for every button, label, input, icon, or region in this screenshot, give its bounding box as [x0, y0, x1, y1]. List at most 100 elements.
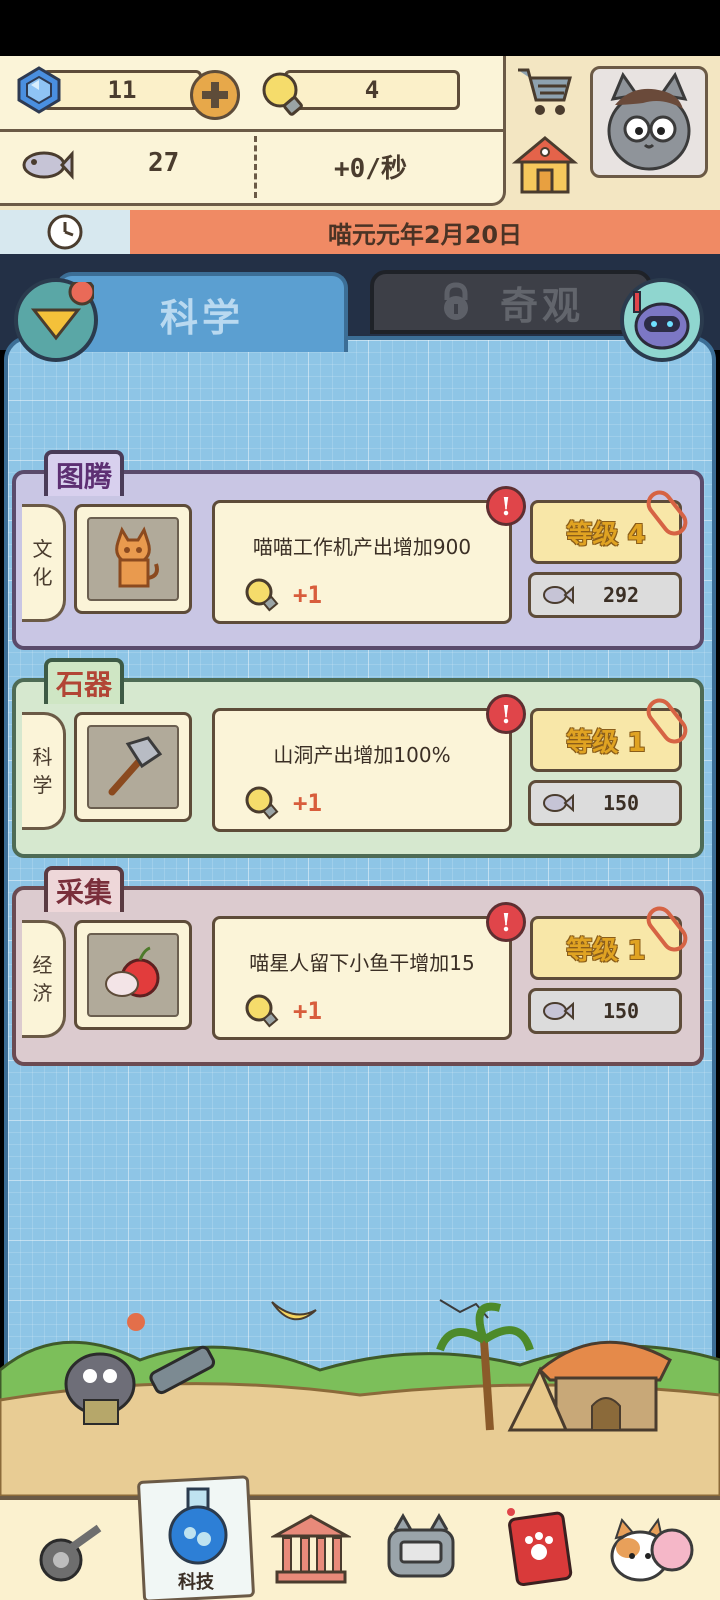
tech-icon-background — [87, 933, 179, 1017]
tab-science-label: 科学 — [159, 295, 244, 340]
stone-hammer-icon — [108, 736, 163, 796]
tech-icon-background — [87, 517, 179, 601]
robot-button[interactable] — [620, 278, 704, 362]
info-button[interactable]: ! — [486, 486, 526, 526]
gem-count: 11 — [107, 76, 137, 104]
lightbulb-icon — [245, 786, 279, 820]
info-button[interactable]: ! — [486, 694, 526, 734]
description-box: 山洞产出增加100% +1 — [212, 708, 512, 832]
temple-icon — [271, 1514, 351, 1584]
add-gems-button[interactable] — [190, 70, 240, 120]
avatar[interactable] — [590, 66, 708, 178]
clock-box — [0, 210, 130, 254]
cost-button[interactable]: 292 — [528, 572, 682, 618]
house-icon — [511, 136, 579, 194]
tab-science[interactable]: 科学 — [56, 272, 348, 352]
category-char: 学 — [32, 773, 53, 797]
tech-description: 山洞产出增加100% — [273, 743, 451, 767]
cost-button[interactable]: 150 — [528, 780, 682, 826]
plus-icon — [202, 82, 228, 108]
cart-icon — [518, 68, 572, 115]
nav-machine[interactable] — [376, 1500, 466, 1596]
nav-tech-label: 科技 — [178, 1572, 214, 1593]
clock-icon — [47, 214, 83, 250]
category-char: 济 — [32, 981, 53, 1005]
nav-workshop[interactable] — [26, 1500, 116, 1596]
description-box: 喵喵工作机产出增加900 +1 — [212, 500, 512, 624]
reward: +1 — [243, 785, 322, 821]
lock-icon — [443, 282, 468, 320]
lightbulb-icon — [245, 994, 279, 1028]
fish-icon — [22, 150, 74, 180]
shop-button[interactable] — [514, 64, 574, 120]
lightbulb-icon — [245, 578, 279, 612]
reward-amount: +1 — [293, 789, 322, 817]
gem-counter: 11 — [42, 70, 202, 110]
tech-icon-background — [87, 725, 179, 809]
divider — [254, 136, 257, 198]
idea-count: 4 — [364, 76, 380, 104]
reward: +1 — [243, 993, 322, 1029]
cost-amount: 150 — [602, 791, 640, 815]
cost-button[interactable]: 150 — [528, 988, 682, 1034]
cats-icon — [610, 1517, 694, 1582]
fish-icon — [543, 1001, 574, 1021]
fish-count: 27 — [148, 148, 180, 178]
cart-machine-icon — [39, 1524, 102, 1582]
apple-icon — [105, 946, 160, 998]
cost-amount: 150 — [602, 999, 640, 1023]
paw-book-icon — [507, 1508, 573, 1587]
machine-icon — [387, 1512, 455, 1578]
category-char: 经 — [32, 953, 53, 977]
nav-tech[interactable] — [156, 1480, 240, 1570]
cat-totem-icon — [115, 526, 159, 588]
status-bar — [0, 0, 720, 56]
tech-icon-frame — [74, 712, 192, 822]
cat-avatar-icon — [607, 71, 691, 171]
tech-card-stone-tools: 石器 科 学 山洞产出增加100% +1 ! 等级 1 150 — [12, 658, 704, 858]
home-button[interactable] — [511, 134, 579, 196]
reward: +1 — [243, 577, 322, 613]
tech-card-gathering: 采集 经 济 喵星人留下小鱼干增加15 +1 ! 等级 1 150 — [12, 866, 704, 1066]
landscape-scene — [0, 1299, 720, 1496]
card-title: 石器 — [44, 658, 125, 704]
resource-panel: 11 4 27 +0/秒 — [0, 56, 506, 206]
tab-wonders[interactable]: 奇观 — [370, 270, 652, 334]
reward-amount: +1 — [293, 581, 322, 609]
category-char: 化 — [32, 565, 53, 589]
tab-wonders-label: 奇观 — [499, 283, 584, 328]
tech-icon-frame — [74, 504, 192, 614]
production-rate: +0/秒 — [334, 154, 407, 184]
category-char: 文 — [32, 537, 53, 561]
nav-book[interactable] — [494, 1500, 584, 1596]
card-title: 采集 — [44, 866, 125, 912]
idea-counter: 4 — [284, 70, 460, 110]
info-button[interactable]: ! — [486, 902, 526, 942]
divider — [0, 129, 503, 132]
planet-icon — [127, 1313, 145, 1331]
category-label: 文 化 — [22, 504, 66, 622]
robot-icon — [633, 291, 690, 350]
tech-description: 喵喵工作机产出增加900 — [252, 535, 472, 559]
flask-icon — [168, 1487, 228, 1565]
tech-icon-frame — [74, 920, 192, 1030]
nav-buildings[interactable] — [266, 1500, 356, 1596]
filter-icon — [30, 278, 96, 341]
game-date: 喵元元年2月20日 — [327, 220, 523, 249]
card-title: 图腾 — [44, 450, 125, 496]
gem-icon — [17, 66, 61, 114]
category-char: 科 — [32, 745, 53, 769]
tech-card-totem: 图腾 文 化 喵喵工作机产出增加900 +1 ! 等级 4 292 — [12, 450, 704, 650]
description-box: 喵星人留下小鱼干增加15 +1 — [212, 916, 512, 1040]
fish-icon — [543, 793, 574, 813]
category-label: 科 学 — [22, 712, 66, 830]
tech-description: 喵星人留下小鱼干增加15 — [249, 951, 475, 975]
moon-icon — [271, 1301, 317, 1321]
lightbulb-icon — [262, 72, 303, 116]
reward-amount: +1 — [293, 997, 322, 1025]
nav-cats[interactable] — [606, 1500, 696, 1596]
resource-header: 11 4 27 +0/秒 — [0, 56, 720, 210]
date-bar: 喵元元年2月20日 — [0, 210, 720, 254]
fish-icon — [543, 585, 574, 605]
filter-button[interactable] — [14, 278, 98, 362]
